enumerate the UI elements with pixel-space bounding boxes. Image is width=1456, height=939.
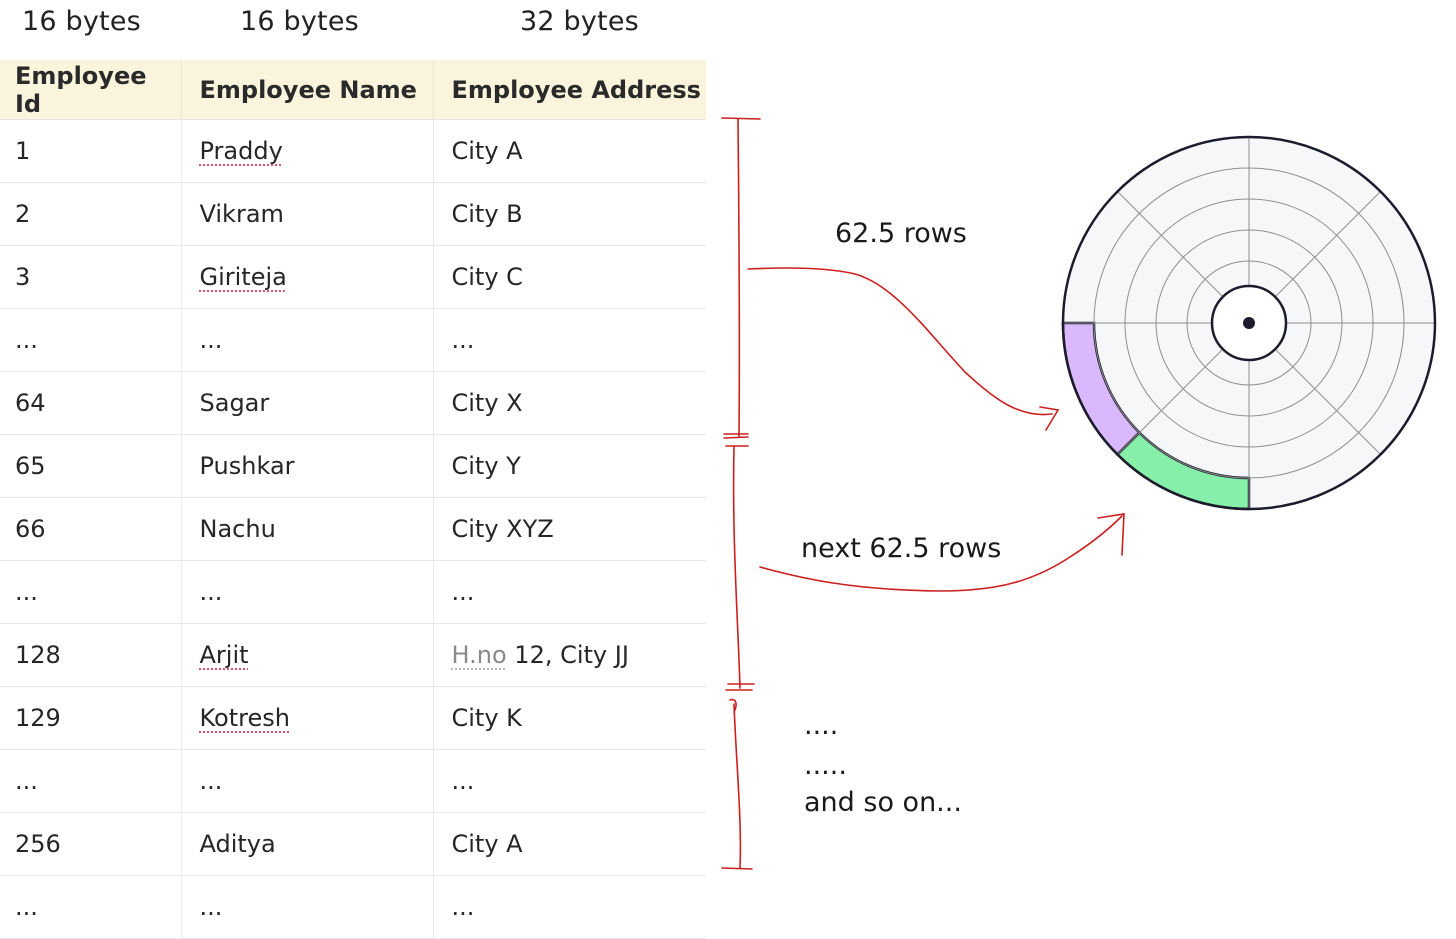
bracket-2-spine — [732, 445, 741, 689]
bracket-3-top-hook — [729, 698, 737, 713]
annotation-second-group: next 62.5 rows — [801, 533, 1002, 564]
bracket-3-bottom-tick — [721, 867, 753, 870]
arrow-1-head — [1039, 406, 1060, 431]
diagram-overlay — [721, 117, 1437, 870]
bracket-1-spine — [737, 118, 741, 437]
bracket-3-spine — [733, 703, 742, 869]
annotation-ellipsis-1: .... — [804, 710, 839, 741]
bracket-1-top-tick — [721, 117, 761, 120]
annotation-first-group: 62.5 rows — [835, 218, 967, 249]
disk-platter — [1061, 135, 1437, 511]
annotation-and-so-on: and so on... — [804, 787, 962, 818]
bracket-1-bottom-tick — [723, 433, 749, 439]
annotation-ellipsis-2: ..... — [804, 750, 847, 781]
arrow-1-curve — [747, 267, 1053, 416]
disk-center-dot — [1243, 317, 1255, 329]
